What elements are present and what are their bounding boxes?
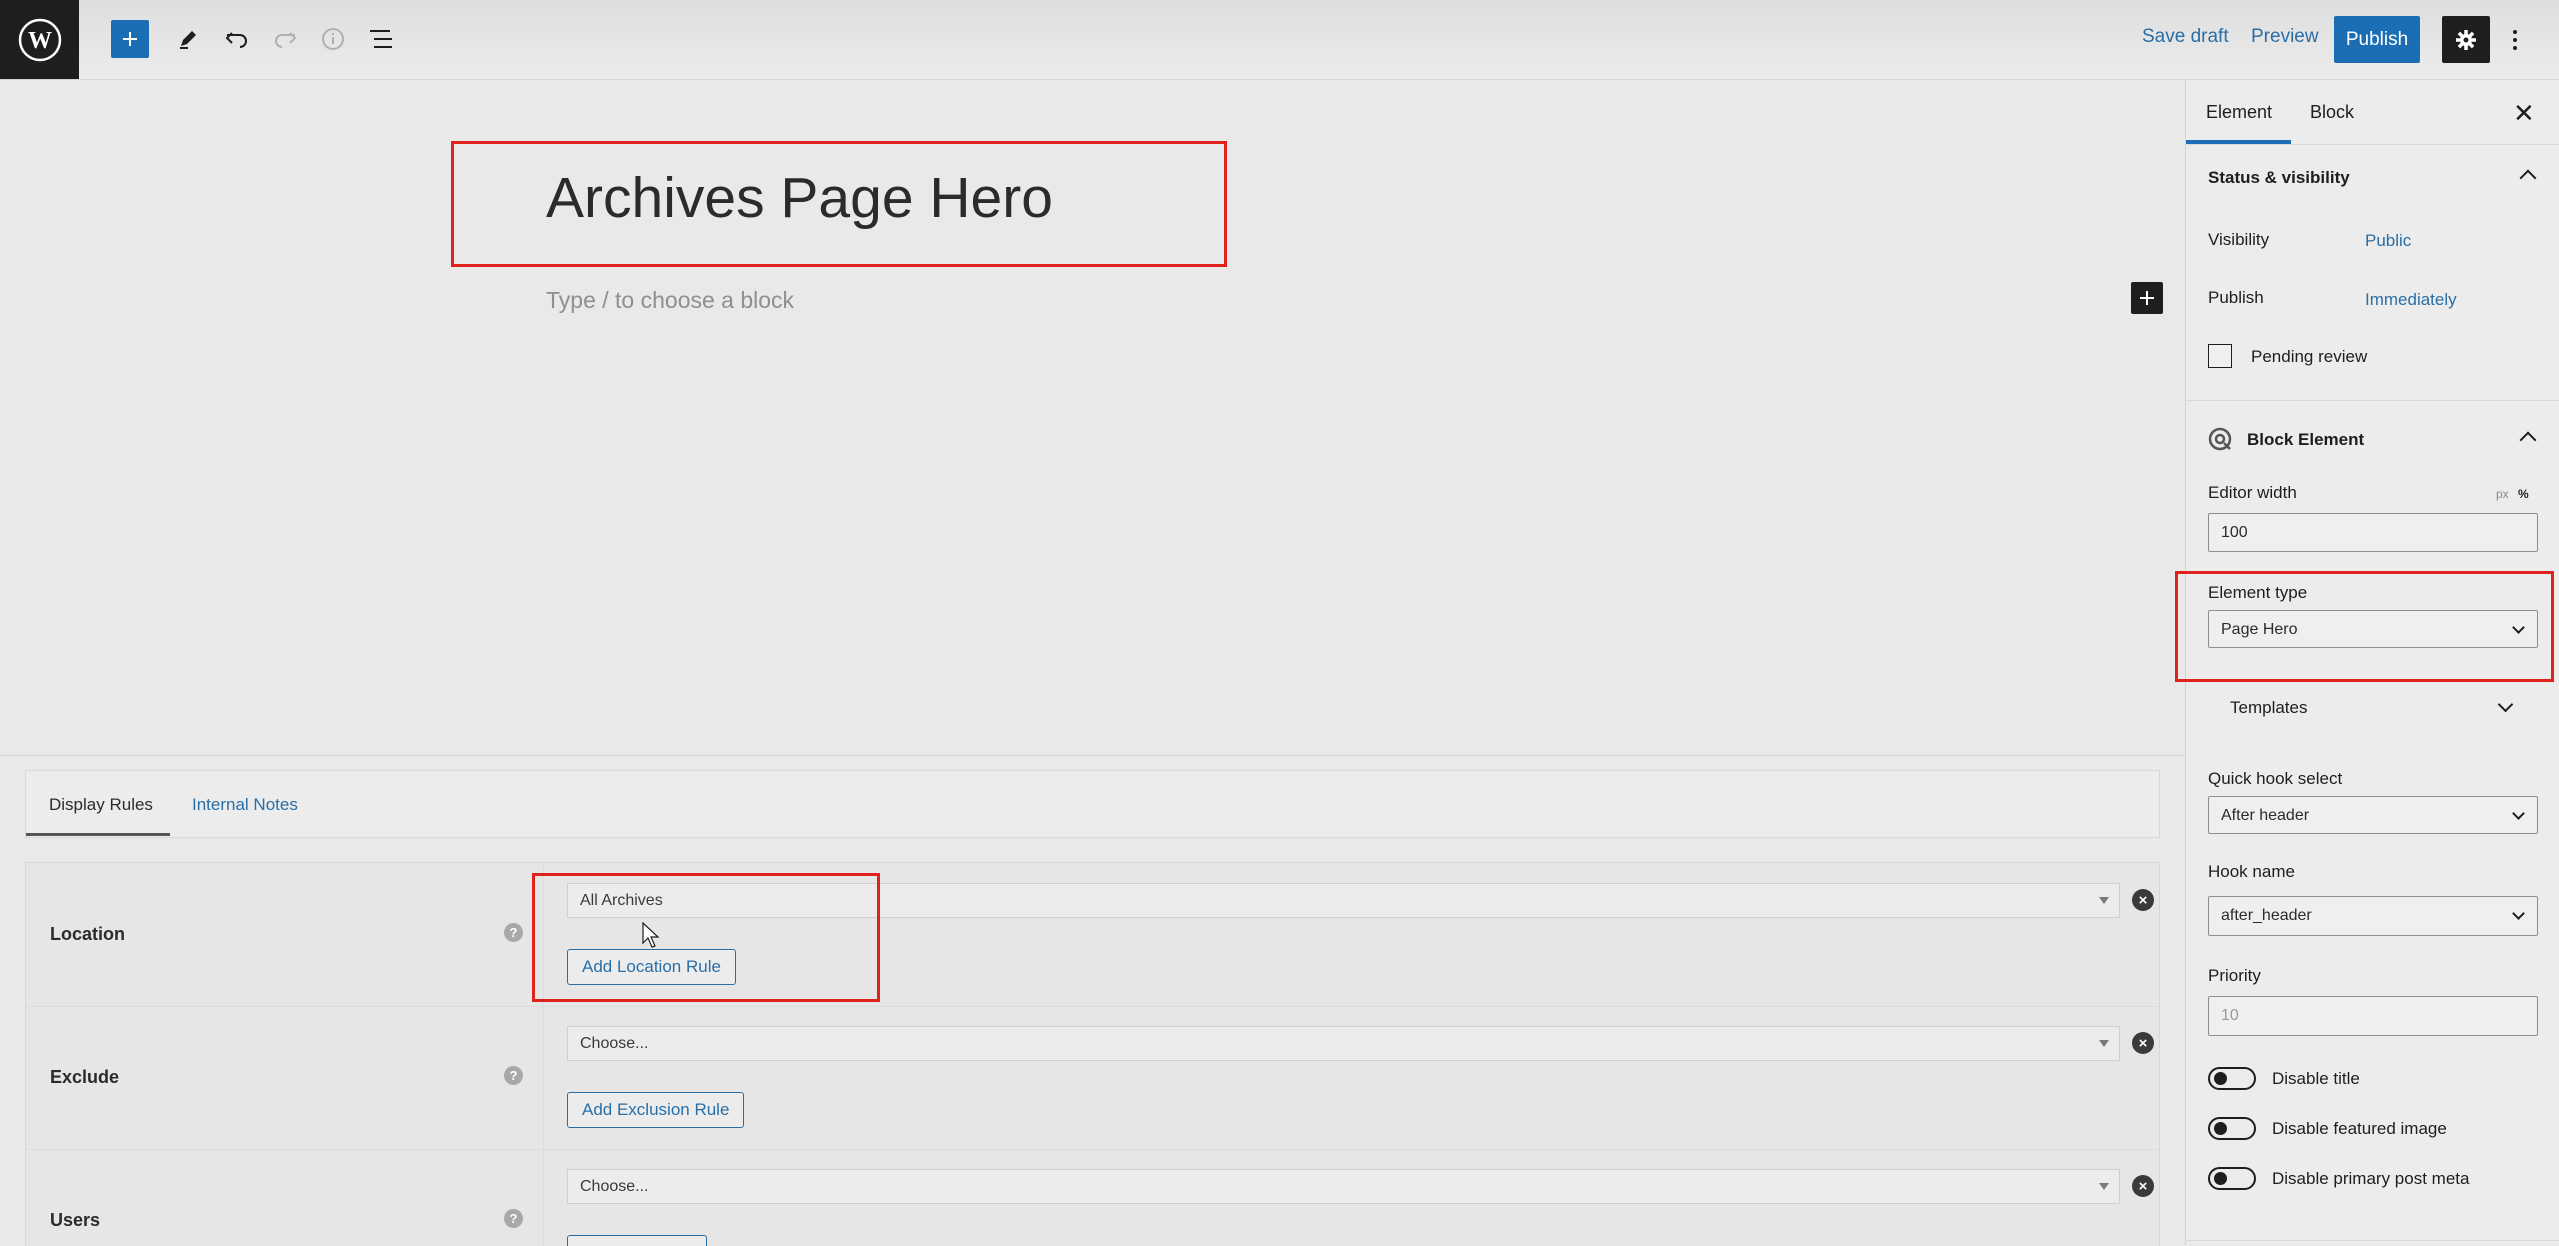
exclude-label: Exclude bbox=[50, 1067, 120, 1087]
priority-label: Priority bbox=[2208, 966, 2261, 985]
display-rules-table: Location ? All Archives × Add Location R… bbox=[25, 862, 2160, 1246]
disable-featured-image-label: Disable featured image bbox=[2272, 1119, 2447, 1138]
remove-rule-icon[interactable]: × bbox=[2132, 1175, 2154, 1197]
unit-percent[interactable]: % bbox=[2518, 487, 2529, 501]
pending-review-checkbox[interactable] bbox=[2208, 344, 2232, 368]
add-block-button[interactable] bbox=[111, 20, 149, 58]
users-select[interactable]: Choose... bbox=[567, 1169, 2120, 1204]
panel-divider bbox=[2186, 400, 2559, 401]
rule-row-users: Users ? Choose... × bbox=[26, 1149, 2159, 1246]
location-highlight-box bbox=[532, 873, 880, 1002]
save-draft-button[interactable]: Save draft bbox=[2142, 26, 2229, 48]
publish-value[interactable]: Immediately bbox=[2365, 290, 2457, 310]
title-highlight-box bbox=[451, 141, 1227, 267]
pending-review-label: Pending review bbox=[2251, 347, 2368, 366]
caret-down-icon bbox=[2099, 1183, 2109, 1190]
metabox-tabs: Display Rules Internal Notes bbox=[25, 770, 2160, 838]
block-appender-placeholder[interactable]: Type / to choose a block bbox=[546, 287, 794, 314]
editor-width-input[interactable]: 100 bbox=[2208, 513, 2538, 552]
pencil-icon[interactable] bbox=[169, 20, 207, 58]
quick-hook-label: Quick hook select bbox=[2208, 769, 2343, 788]
panel-divider bbox=[2186, 1240, 2559, 1241]
help-icon[interactable]: ? bbox=[504, 1066, 523, 1085]
remove-rule-icon[interactable]: × bbox=[2132, 1032, 2154, 1054]
publish-button[interactable]: Publish bbox=[2334, 16, 2420, 63]
visibility-label: Visibility bbox=[2208, 230, 2270, 249]
users-label: Users bbox=[50, 1210, 101, 1230]
quick-hook-select[interactable]: After header bbox=[2208, 796, 2538, 834]
disable-post-meta-label: Disable primary post meta bbox=[2272, 1169, 2470, 1188]
rule-row-location: Location ? All Archives × Add Location R… bbox=[26, 863, 2159, 1007]
add-block-inline-button[interactable] bbox=[2131, 282, 2163, 314]
templates-label[interactable]: Templates bbox=[2230, 698, 2307, 718]
help-icon[interactable]: ? bbox=[504, 1209, 523, 1228]
disable-title-label: Disable title bbox=[2272, 1069, 2360, 1088]
tab-display-rules[interactable]: Display Rules bbox=[49, 795, 153, 815]
block-element-icon bbox=[2208, 427, 2232, 451]
exclude-select[interactable]: Choose... bbox=[567, 1026, 2120, 1061]
tab-element[interactable]: Element bbox=[2206, 102, 2272, 123]
disable-post-meta-toggle[interactable] bbox=[2208, 1167, 2256, 1190]
redo-icon[interactable] bbox=[266, 20, 304, 58]
add-exclusion-rule-button[interactable]: Add Exclusion Rule bbox=[567, 1092, 745, 1128]
priority-input[interactable]: 10 bbox=[2208, 996, 2538, 1036]
publish-label: Publish bbox=[2208, 288, 2264, 307]
caret-down-icon bbox=[2099, 897, 2109, 904]
wordpress-logo-icon[interactable]: W bbox=[0, 0, 79, 79]
help-icon[interactable]: ? bbox=[504, 923, 523, 942]
remove-rule-icon[interactable]: × bbox=[2132, 889, 2154, 911]
block-element-title[interactable]: Block Element bbox=[2247, 430, 2364, 450]
preview-button[interactable]: Preview bbox=[2251, 26, 2319, 48]
add-user-rule-button[interactable] bbox=[567, 1235, 707, 1246]
sidebar-tabs: Element Block ✕ bbox=[2186, 80, 2559, 145]
gear-icon[interactable] bbox=[2442, 16, 2490, 63]
status-visibility-title[interactable]: Status & visibility bbox=[2208, 168, 2350, 188]
tab-internal-notes[interactable]: Internal Notes bbox=[192, 795, 298, 815]
location-label: Location bbox=[50, 924, 125, 944]
chevron-down-icon bbox=[2512, 807, 2525, 820]
disable-featured-image-toggle[interactable] bbox=[2208, 1117, 2256, 1140]
mouse-cursor-icon bbox=[642, 922, 660, 948]
chevron-down-icon bbox=[2512, 907, 2525, 920]
disable-title-toggle[interactable] bbox=[2208, 1067, 2256, 1090]
hook-name-label: Hook name bbox=[2208, 862, 2295, 881]
vertical-ellipsis-icon[interactable] bbox=[2505, 22, 2525, 58]
editor-width-label: Editor width bbox=[2208, 483, 2297, 502]
caret-down-icon bbox=[2099, 1040, 2109, 1047]
svg-text:W: W bbox=[28, 28, 52, 54]
hook-name-select[interactable]: after_header bbox=[2208, 896, 2538, 936]
close-icon[interactable]: ✕ bbox=[2513, 98, 2535, 129]
info-icon[interactable] bbox=[314, 20, 352, 58]
chevron-up-icon[interactable] bbox=[2519, 169, 2537, 187]
rule-row-exclude: Exclude ? Choose... × Add Exclusion Rule bbox=[26, 1006, 2159, 1150]
chevron-down-icon[interactable] bbox=[2497, 696, 2514, 713]
unit-px[interactable]: px bbox=[2496, 487, 2509, 501]
chevron-up-icon[interactable] bbox=[2519, 431, 2537, 449]
tab-block[interactable]: Block bbox=[2310, 102, 2354, 123]
editor-toolbar: W Save draft Preview Publish bbox=[0, 0, 2559, 80]
list-view-icon[interactable] bbox=[362, 20, 400, 58]
undo-icon[interactable] bbox=[218, 20, 256, 58]
visibility-value[interactable]: Public bbox=[2365, 231, 2411, 251]
tab-active-indicator bbox=[2186, 140, 2291, 144]
element-type-highlight-box bbox=[2175, 571, 2554, 682]
tab-active-indicator bbox=[26, 833, 170, 836]
metabox-separator bbox=[0, 755, 2185, 756]
